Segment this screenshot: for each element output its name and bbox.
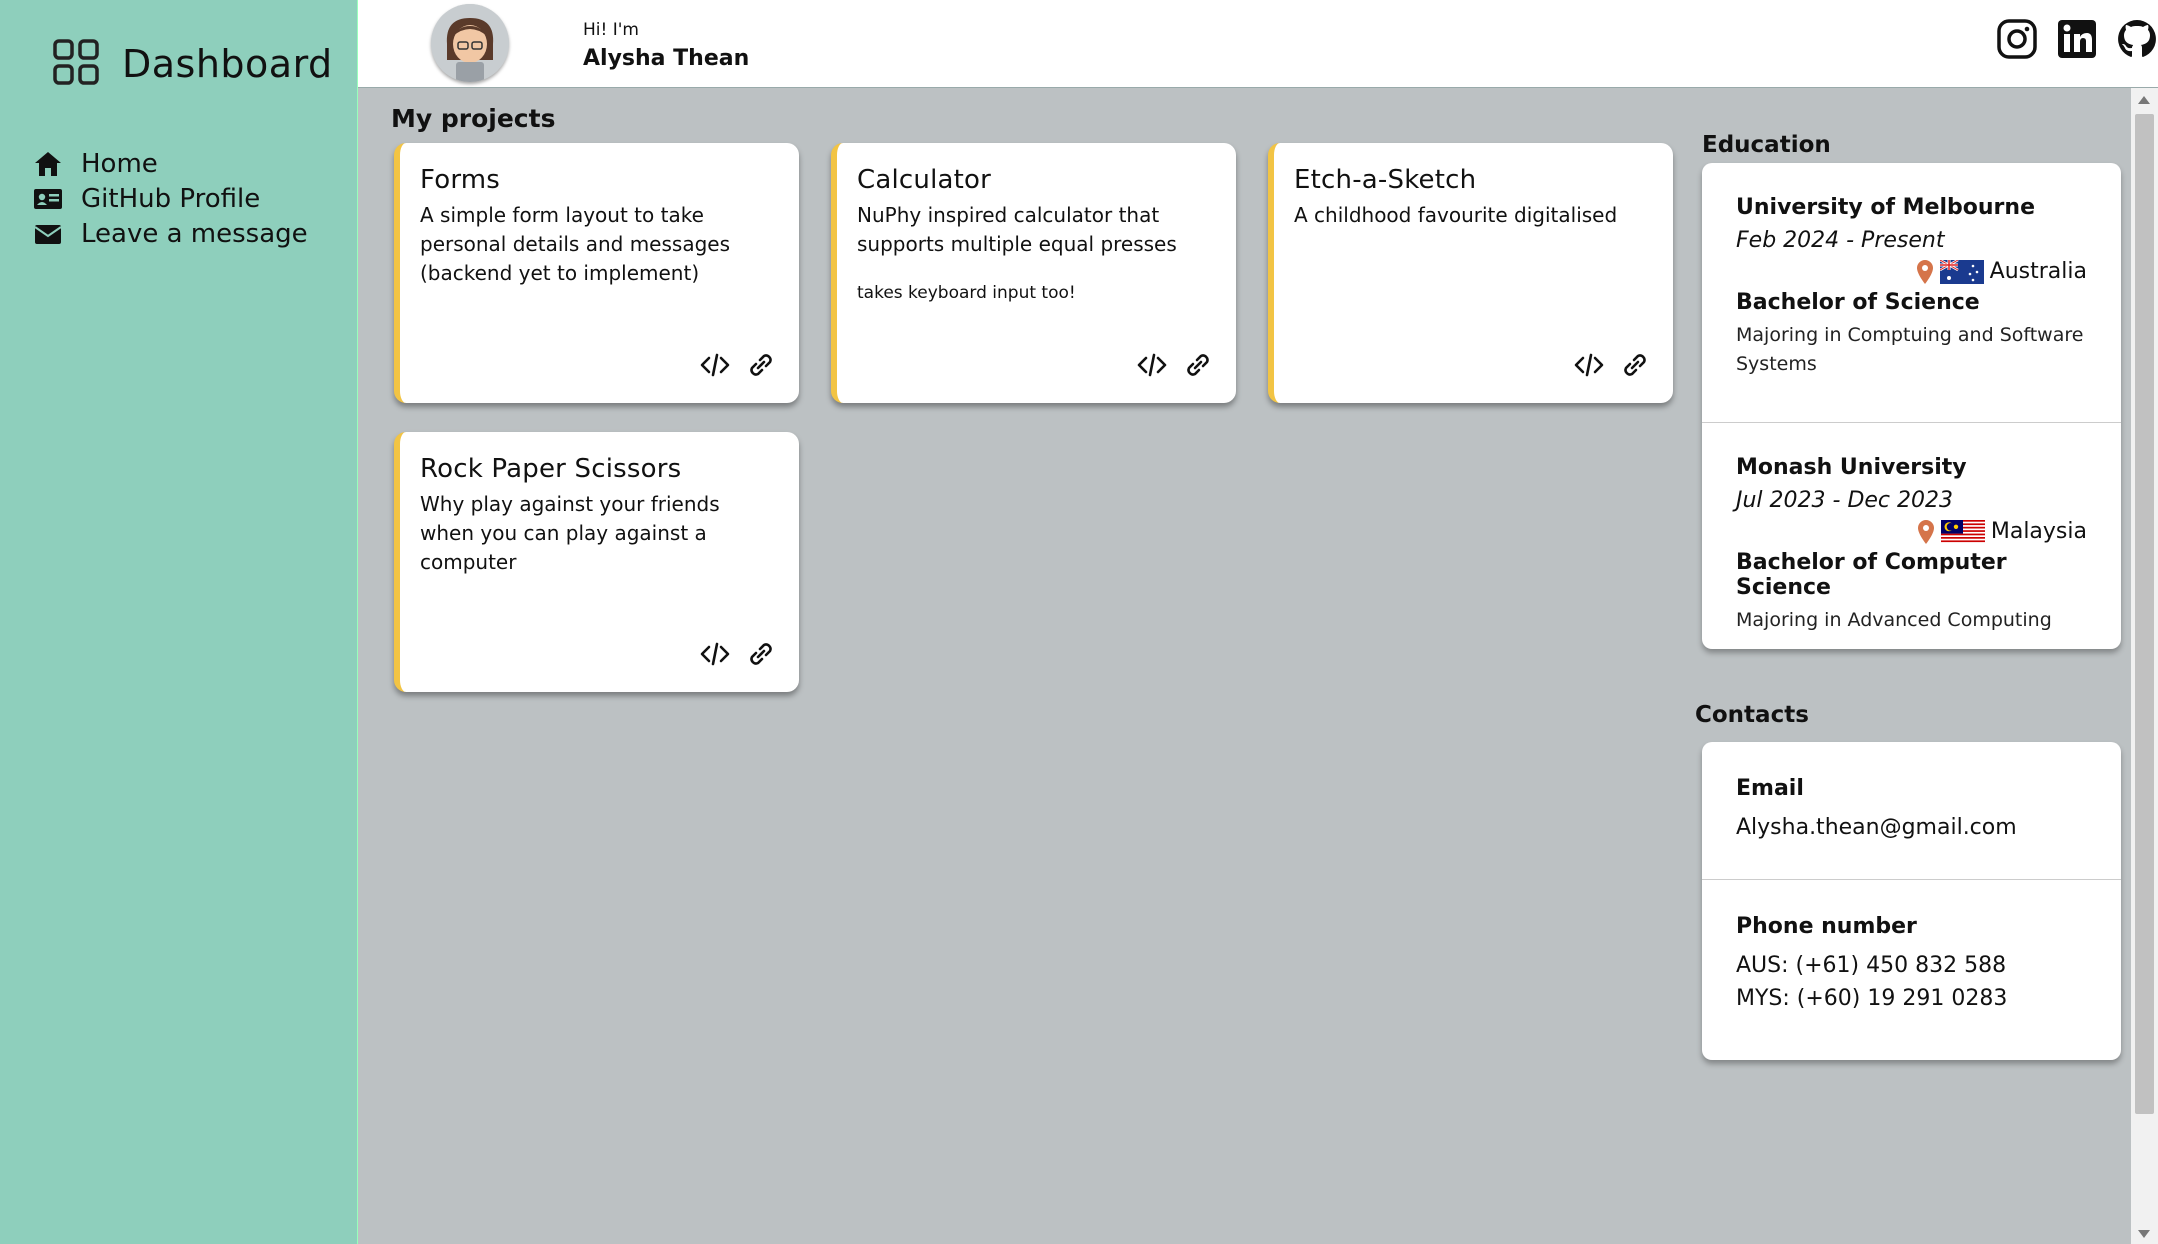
sidebar-item-home[interactable]: Home [33,146,308,181]
sidebar-item-leave-message[interactable]: Leave a message [33,216,308,251]
avatar [431,4,509,82]
project-title: Forms [420,165,501,195]
project-title: Etch-a-Sketch [1294,165,1477,195]
contact-email: Email Alysha.thean@gmail.com [1702,742,2121,879]
project-description: A simple form layout to take personal de… [420,203,730,285]
link-icon[interactable] [745,349,777,381]
school-name: University of Melbourne [1736,195,2035,220]
greeting: Hi! I'm [583,20,639,40]
code-icon[interactable] [699,349,731,381]
education-item: University of Melbourne Feb 2024 - Prese… [1702,163,2121,422]
github-icon[interactable] [2116,18,2158,64]
vertical-scrollbar[interactable] [2131,88,2158,1244]
code-icon[interactable] [699,638,731,670]
project-note: takes keyboard input too! [857,283,1076,303]
brand[interactable]: Dashboard [52,38,333,90]
phone-mys: MYS: (+60) 19 291 0283 [1736,986,2008,1011]
projects-title: My projects [391,104,556,133]
social-links [1996,18,2158,64]
contact-phone: Phone number AUS: (+61) 450 832 588 MYS:… [1702,879,2121,1015]
email-value[interactable]: Alysha.thean@gmail.com [1736,811,2087,844]
sidebar-item-label: GitHub Profile [81,183,261,214]
degree-major: Majoring in Comptuing and Software Syste… [1736,324,2084,375]
code-icon[interactable] [1573,349,1605,381]
home-icon [35,151,61,176]
study-dates: Feb 2024 - Present [1736,228,1945,253]
country-name: Malaysia [1990,519,2087,544]
sidebar-item-label: Leave a message [81,218,308,249]
phone-aus: AUS: (+61) 450 832 588 [1736,953,2007,978]
project-card-etch-a-sketch: Etch-a-Sketch A childhood favourite digi… [1268,143,1673,403]
degree-name: Bachelor of Science [1736,290,1980,315]
link-icon[interactable] [745,638,777,670]
education-panel: University of Melbourne Feb 2024 - Prese… [1702,163,2121,649]
location-pin-icon [1916,259,1933,284]
id-card-icon [34,188,62,209]
location: Australia [1736,259,2087,284]
country-name: Australia [1989,259,2087,284]
brand-title: Dashboard [122,42,333,86]
project-card-rock-paper-scissors: Rock Paper Scissors Why play against you… [394,432,799,692]
sidebar-item-label: Home [81,148,158,179]
project-description: NuPhy inspired calculator that supports … [857,203,1177,256]
envelope-icon [34,224,62,244]
australia-flag-icon [1939,259,1984,284]
dashboard-icon [52,38,100,90]
sidebar-nav: Home GitHub Profile Leave a message [33,146,308,251]
link-icon[interactable] [1619,349,1651,381]
study-dates: Jul 2023 - Dec 2023 [1736,488,1954,513]
linkedin-icon[interactable] [2056,18,2098,64]
degree-major: Majoring in Advanced Computing [1736,609,2052,631]
header: Hi! I'm Alysha Thean [358,0,2158,88]
link-icon[interactable] [1182,349,1214,381]
contacts-title: Contacts [1695,702,1809,728]
email-label: Email [1736,776,1804,801]
location-pin-icon [1917,519,1934,544]
scroll-down-arrow[interactable] [2138,1230,2150,1238]
scroll-thumb[interactable] [2135,114,2154,1114]
education-title: Education [1702,132,1831,158]
user-name: Alysha Thean [583,46,750,71]
location: Malaysia [1736,519,2087,544]
project-title: Calculator [857,165,992,195]
contacts-panel: Email Alysha.thean@gmail.com Phone numbe… [1702,742,2121,1060]
instagram-icon[interactable] [1996,18,2038,64]
project-card-calculator: Calculator NuPhy inspired calculator tha… [831,143,1236,403]
degree-name: Bachelor of Computer Science [1736,550,2007,600]
project-card-forms: Forms A simple form layout to take perso… [394,143,799,403]
sidebar: Dashboard Home GitHub Profile Leave a me… [0,0,358,1244]
school-name: Monash University [1736,455,1967,480]
project-title: Rock Paper Scissors [420,454,682,484]
scroll-up-arrow[interactable] [2138,96,2150,104]
phone-label: Phone number [1736,914,1917,939]
education-item: Monash University Jul 2023 - Dec 2023 Ma… [1702,422,2121,635]
malaysia-flag-icon [1940,519,1985,544]
project-description: Why play against your friends when you c… [420,492,720,574]
sidebar-item-github-profile[interactable]: GitHub Profile [33,181,308,216]
project-description: A childhood favourite digitalised [1294,203,1618,227]
code-icon[interactable] [1136,349,1168,381]
